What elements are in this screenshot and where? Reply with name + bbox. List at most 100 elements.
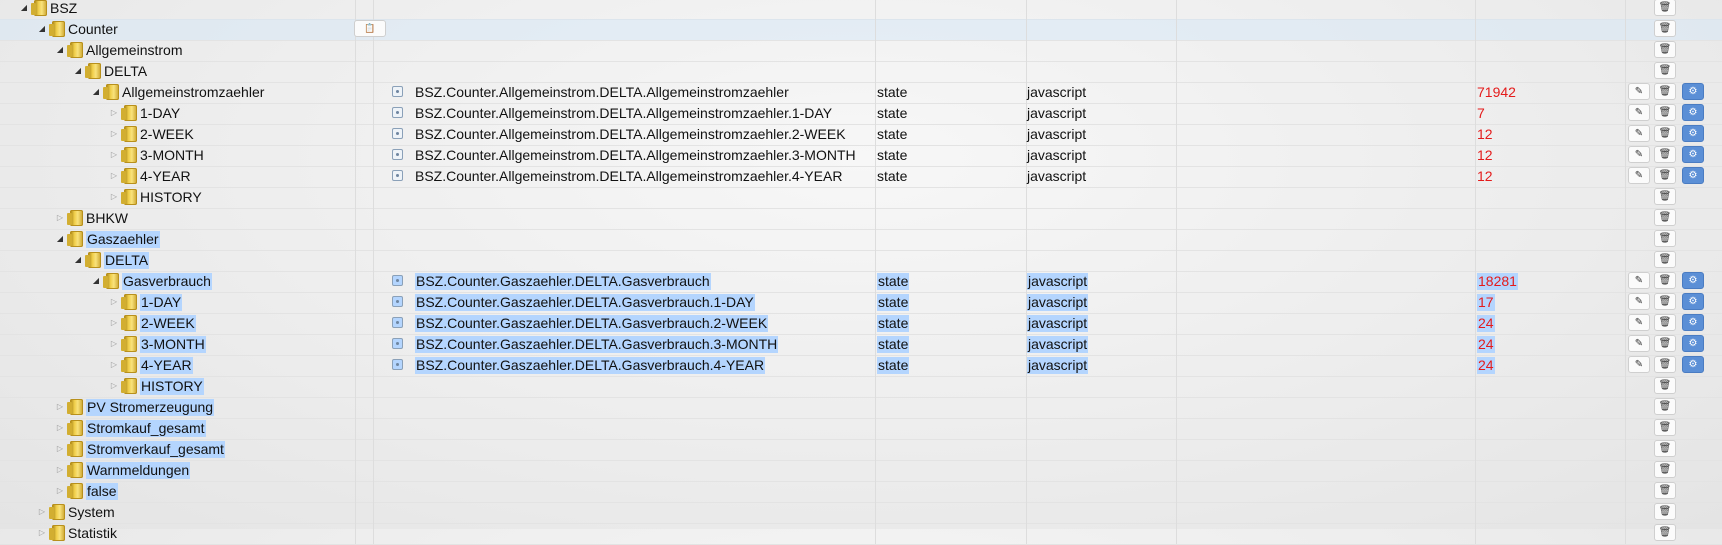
edit-button[interactable]: ✎ — [1628, 272, 1650, 289]
tree-node-label[interactable]: 4-YEAR — [140, 357, 193, 374]
tree-node-label[interactable]: PV Stromerzeugung — [86, 399, 215, 416]
tree-row[interactable]: ▷ 3-MONTH BSZ.Counter.Allgemeinstrom.DELTA… — [0, 145, 1722, 167]
tree-row[interactable]: ◢ DELTA 🗑 — [0, 61, 1722, 83]
delete-button[interactable]: 🗑 — [1654, 461, 1676, 478]
settings-button[interactable]: ⚙ — [1682, 83, 1704, 100]
collapse-triangle-icon[interactable]: ◢ — [54, 233, 66, 245]
settings-button[interactable]: ⚙ — [1682, 104, 1704, 121]
tree-node-label[interactable]: DELTA — [104, 252, 150, 269]
tree-row[interactable]: ◢ Gasverbrauch BSZ.Counter.Gaszaehler.DELT… — [0, 271, 1722, 293]
tree-node-label[interactable]: BSZ — [50, 0, 77, 17]
tree-row[interactable]: ▷ 3-MONTH BSZ.Counter.Gaszaehler.DELTA.Gas… — [0, 334, 1722, 356]
tree-row[interactable]: ◢ BSZ 🗑 — [0, 0, 1722, 20]
tree-row[interactable]: ▷ HISTORY 🗑 — [0, 376, 1722, 398]
delete-button[interactable]: 🗑 — [1654, 419, 1676, 436]
settings-button[interactable]: ⚙ — [1682, 146, 1704, 163]
tree-node-label[interactable]: DELTA — [104, 63, 147, 80]
expand-triangle-icon[interactable]: ▷ — [108, 149, 120, 161]
tree-row[interactable]: ▷ 1-DAY BSZ.Counter.Allgemeinstrom.DELTA.A… — [0, 103, 1722, 125]
delete-button[interactable]: 🗑 — [1654, 104, 1676, 121]
tree-node-label[interactable]: Allgemeinstromzaehler — [122, 84, 264, 101]
delete-button[interactable]: 🗑 — [1654, 20, 1676, 37]
expand-triangle-icon[interactable]: ▷ — [108, 338, 120, 350]
edit-button[interactable]: ✎ — [1628, 125, 1650, 142]
edit-button[interactable]: ✎ — [1628, 314, 1650, 331]
tree-node-label[interactable]: 2-WEEK — [140, 126, 194, 143]
expand-triangle-icon[interactable]: ▷ — [54, 212, 66, 224]
delete-button[interactable]: 🗑 — [1654, 251, 1676, 268]
tree-node-label[interactable]: HISTORY — [140, 189, 202, 206]
collapse-triangle-icon[interactable]: ◢ — [72, 254, 84, 266]
tree-row[interactable]: ▷ 1-DAY BSZ.Counter.Gaszaehler.DELTA.Gasve… — [0, 292, 1722, 314]
delete-button[interactable]: 🗑 — [1654, 230, 1676, 247]
delete-button[interactable]: 🗑 — [1654, 209, 1676, 226]
tree-row[interactable]: ▷ Statistik 🗑 — [0, 523, 1722, 545]
delete-button[interactable]: 🗑 — [1654, 377, 1676, 394]
collapse-triangle-icon[interactable]: ◢ — [36, 23, 48, 35]
delete-button[interactable]: 🗑 — [1654, 293, 1676, 310]
collapse-triangle-icon[interactable]: ◢ — [54, 44, 66, 56]
collapse-triangle-icon[interactable]: ◢ — [72, 65, 84, 77]
expand-triangle-icon[interactable]: ▷ — [54, 401, 66, 413]
delete-button[interactable]: 🗑 — [1654, 188, 1676, 205]
expand-triangle-icon[interactable]: ▷ — [108, 128, 120, 140]
delete-button[interactable]: 🗑 — [1654, 125, 1676, 142]
collapse-triangle-icon[interactable]: ◢ — [90, 86, 102, 98]
delete-button[interactable]: 🗑 — [1654, 335, 1676, 352]
settings-button[interactable]: ⚙ — [1682, 293, 1704, 310]
delete-button[interactable]: 🗑 — [1654, 0, 1676, 16]
delete-button[interactable]: 🗑 — [1654, 356, 1676, 373]
expand-triangle-icon[interactable]: ▷ — [108, 359, 120, 371]
expand-triangle-icon[interactable]: ▷ — [108, 317, 120, 329]
delete-button[interactable]: 🗑 — [1654, 146, 1676, 163]
settings-button[interactable]: ⚙ — [1682, 125, 1704, 142]
tree-row[interactable]: ▷ PV Stromerzeugung 🗑 — [0, 397, 1722, 419]
tree-node-label[interactable]: 3-MONTH — [140, 147, 204, 164]
delete-button[interactable]: 🗑 — [1654, 440, 1676, 457]
settings-button[interactable]: ⚙ — [1682, 272, 1704, 289]
delete-button[interactable]: 🗑 — [1654, 398, 1676, 415]
expand-triangle-icon[interactable]: ▷ — [108, 296, 120, 308]
delete-button[interactable]: 🗑 — [1654, 272, 1676, 289]
tree-node-label[interactable]: 3-MONTH — [140, 336, 206, 353]
expand-triangle-icon[interactable]: ▷ — [108, 107, 120, 119]
tree-row[interactable]: ▷ HISTORY 🗑 — [0, 187, 1722, 209]
expand-triangle-icon[interactable]: ▷ — [108, 191, 120, 203]
tree-node-label[interactable]: 1-DAY — [140, 294, 183, 311]
tree-row[interactable]: ▷ 4-YEAR BSZ.Counter.Gaszaehler.DELTA.Gasv… — [0, 355, 1722, 377]
expand-triangle-icon[interactable]: ▷ — [54, 422, 66, 434]
tree-node-label[interactable]: Stromkauf_gesamt — [86, 420, 206, 437]
tree-row[interactable]: ▷ 2-WEEK BSZ.Counter.Gaszaehler.DELTA.Gasv… — [0, 313, 1722, 335]
tree-row[interactable]: ◢ Gaszaehler 🗑 — [0, 229, 1722, 251]
edit-button[interactable]: ✎ — [1628, 293, 1650, 310]
expand-triangle-icon[interactable]: ▷ — [36, 506, 48, 518]
tree-row[interactable]: ▷ 2-WEEK BSZ.Counter.Allgemeinstrom.DELTA.… — [0, 124, 1722, 146]
tree-node-label[interactable]: Warnmeldungen — [86, 462, 191, 479]
delete-button[interactable]: 🗑 — [1654, 524, 1676, 541]
expand-triangle-icon[interactable]: ▷ — [108, 170, 120, 182]
collapse-triangle-icon[interactable]: ◢ — [90, 275, 102, 287]
collapse-triangle-icon[interactable]: ◢ — [18, 2, 30, 14]
tree-node-label[interactable]: BHKW — [86, 210, 128, 227]
tree-node-label[interactable]: Counter — [68, 21, 118, 38]
tree-node-label[interactable]: Gaszaehler — [86, 231, 160, 248]
tree-row[interactable]: ▷ 4-YEAR BSZ.Counter.Allgemeinstrom.DELTA.… — [0, 166, 1722, 188]
tree-node-label[interactable]: Gasverbrauch — [122, 273, 212, 290]
tree-node-label[interactable]: 2-WEEK — [140, 315, 196, 332]
settings-button[interactable]: ⚙ — [1682, 335, 1704, 352]
tree-row[interactable]: ◢ Allgemeinstrom 🗑 — [0, 40, 1722, 62]
settings-button[interactable]: ⚙ — [1682, 167, 1704, 184]
settings-button[interactable]: ⚙ — [1682, 314, 1704, 331]
tree-row[interactable]: ▷ Warnmeldungen 🗑 — [0, 460, 1722, 482]
tree-node-label[interactable]: false — [86, 483, 118, 500]
edit-button[interactable]: ✎ — [1628, 356, 1650, 373]
tree-row[interactable]: ▷ System 🗑 — [0, 502, 1722, 524]
delete-button[interactable]: 🗑 — [1654, 167, 1676, 184]
expand-triangle-icon[interactable]: ▷ — [54, 443, 66, 455]
tree-node-label[interactable]: Allgemeinstrom — [86, 42, 182, 59]
expand-triangle-icon[interactable]: ▷ — [54, 485, 66, 497]
delete-button[interactable]: 🗑 — [1654, 62, 1676, 79]
tree-node-label[interactable]: 1-DAY — [140, 105, 180, 122]
delete-button[interactable]: 🗑 — [1654, 314, 1676, 331]
tree-node-label[interactable]: System — [68, 504, 115, 521]
